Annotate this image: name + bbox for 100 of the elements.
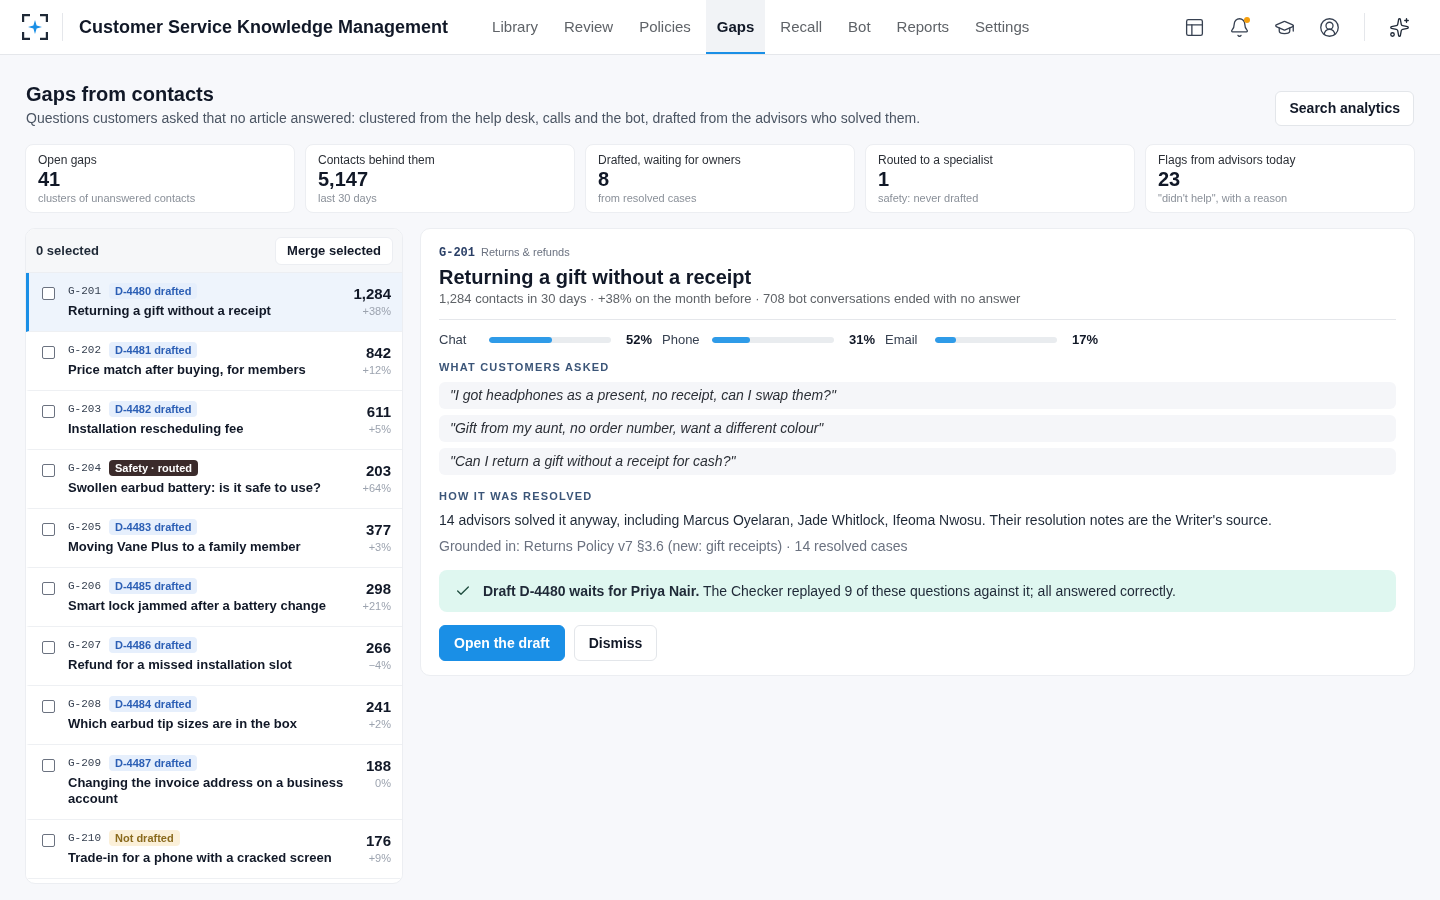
gap-id: G-209 <box>68 756 101 770</box>
contact-count: 842 <box>365 344 391 362</box>
status-tag: D-4482 drafted <box>109 401 198 417</box>
status-tag: D-4484 drafted <box>109 696 198 712</box>
detail-title: Returning a gift without a receipt <box>439 265 753 290</box>
stat-label: Open gaps <box>38 152 98 168</box>
contact-count: 203 <box>365 462 391 480</box>
quote-box: "Gift from my aunt, no order number, want a different colour" <box>439 415 1396 442</box>
channel-label: Chat <box>439 332 468 348</box>
resolution-text: 14 advisors solved it anyway, including Marcus Oyelaran, Jade Whitlock, Ifeoma Nwosu. Their resolution notes are the Writer's source. <box>439 511 1273 530</box>
change-percent: +3% <box>368 540 391 554</box>
contact-count: 188 <box>365 757 391 775</box>
change-percent: +2% <box>368 717 391 731</box>
stat-value: 1 <box>878 168 891 190</box>
gap-id: G-201 <box>439 246 475 260</box>
change-percent: 0% <box>375 776 391 790</box>
contact-count: 611 <box>366 403 391 421</box>
gap-row[interactable]: G-201 D-4480 drafted Returning a gift without a receipt 1,284 +38% <box>26 273 402 332</box>
gap-title: Refund for a missed installation slot <box>68 657 293 673</box>
status-tag: D-4485 drafted <box>109 578 198 594</box>
nav-tab[interactable]: Settings <box>964 0 1041 54</box>
sparkle-icon[interactable] <box>1389 16 1410 38</box>
gap-title: Changing the invoice address on a business account <box>68 775 345 807</box>
logo-icon <box>22 14 48 40</box>
channel-label: Email <box>885 332 919 348</box>
stat-label: Drafted, waiting for owners <box>598 152 742 168</box>
checkbox[interactable] <box>42 405 55 418</box>
change-percent: +38% <box>362 304 391 318</box>
callout-text: Draft D-4480 waits for Priya Nair. The Checker replayed 9 of these questions against it; all answered correctly. <box>483 582 1176 601</box>
detail-summary: 1,284 contacts in 30 days · +38% on the month before · 708 bot conversations ended with no answer <box>439 290 1022 308</box>
contact-count: 377 <box>365 521 391 539</box>
stat-note: clusters of unanswered contacts <box>38 191 197 205</box>
layout-icon[interactable] <box>1184 16 1205 38</box>
selected-count: 0 selected <box>36 242 99 259</box>
checkbox[interactable] <box>42 700 55 713</box>
stat-note: last 30 days <box>318 191 378 205</box>
gap-id: G-206 <box>68 579 101 593</box>
checkbox[interactable] <box>42 346 55 359</box>
checkbox[interactable] <box>42 287 55 300</box>
stat-value: 23 <box>1158 168 1182 190</box>
nav-tab[interactable]: Review <box>552 0 625 54</box>
status-tag: Safety · routed <box>109 460 199 476</box>
checkbox[interactable] <box>42 641 55 654</box>
user-icon[interactable] <box>1319 16 1340 38</box>
action-button[interactable]: Dismiss <box>573 625 658 661</box>
change-percent: +12% <box>362 363 391 377</box>
change-percent: +21% <box>362 599 391 613</box>
gap-id: G-204 <box>68 461 101 475</box>
nav-tab[interactable]: Reports <box>885 0 961 54</box>
change-percent: +5% <box>368 422 391 436</box>
section-heading: HOW IT WAS RESOLVED <box>439 489 594 503</box>
nav-tab[interactable]: Gaps <box>705 0 766 54</box>
stat-label: Routed to a specialist <box>878 152 994 168</box>
checkbox[interactable] <box>42 759 55 772</box>
stat-note: "didn't help", with a reason <box>1158 191 1289 205</box>
nav-tab[interactable]: Library <box>481 0 549 54</box>
status-tag: D-4487 drafted <box>109 755 198 771</box>
gap-title: Trade-in for a phone with a cracked screen <box>68 850 333 866</box>
checkbox[interactable] <box>42 523 55 536</box>
contact-count: 241 <box>365 698 391 716</box>
contact-count: 298 <box>365 580 391 598</box>
category-label: Returns & refunds <box>481 245 570 259</box>
nav-tab[interactable]: Bot <box>837 0 882 54</box>
stat-label: Flags from advisors today <box>1158 152 1297 168</box>
checkbox[interactable] <box>42 464 55 477</box>
nav-tab[interactable]: Recall <box>769 0 834 54</box>
change-percent: −4% <box>368 658 391 672</box>
stat-label: Contacts behind them <box>318 152 436 168</box>
gap-id: G-205 <box>68 520 101 534</box>
section-heading: WHAT CUSTOMERS ASKED <box>439 360 611 374</box>
gap-id: G-203 <box>68 402 101 416</box>
gap-id: G-210 <box>68 831 101 845</box>
merge-selected-button[interactable]: Merge selected <box>275 236 393 265</box>
gap-title: Installation rescheduling fee <box>68 421 245 437</box>
gap-id: G-208 <box>68 697 101 711</box>
gap-title: Smart lock jammed after a battery change <box>68 598 327 614</box>
gap-title: Returning a gift without a receipt <box>68 303 272 319</box>
gap-title: Moving Vane Plus to a family member <box>68 539 302 555</box>
stat-note: from resolved cases <box>598 191 698 205</box>
quote-box: "I got headphones as a present, no receipt, can I swap them?" <box>439 382 1396 409</box>
grounding-text: Grounded in: Returns Policy v7 §3.6 (new: gift receipts) · 14 resolved cases <box>439 537 909 556</box>
nav-tab[interactable]: Policies <box>628 0 702 54</box>
status-tag: Not drafted <box>109 830 180 846</box>
channel-percent: 31% <box>847 332 875 348</box>
checkbox[interactable] <box>42 834 55 847</box>
status-tag: D-4480 drafted <box>109 283 198 299</box>
gap-id: G-207 <box>68 638 101 652</box>
bell-icon[interactable] <box>1229 16 1250 38</box>
status-tag: D-4481 drafted <box>109 342 198 358</box>
contact-count: 1,284 <box>353 285 391 303</box>
stat-value: 8 <box>598 168 611 190</box>
gap-title: Price match after buying, for members <box>68 362 307 378</box>
gap-id: G-201 <box>68 284 101 298</box>
page-title: Gaps from contacts <box>26 82 215 106</box>
page-subtitle: Questions customers asked that no article answered: clustered from the help desk, calls and the bot, drafted from the advisors who solved them. <box>26 109 921 128</box>
checkbox[interactable] <box>42 582 55 595</box>
status-tag: D-4486 drafted <box>109 637 198 653</box>
search-analytics-button[interactable]: Search analytics <box>1275 91 1414 126</box>
stat-value: 41 <box>38 168 62 190</box>
channel-percent: 52% <box>624 332 652 348</box>
